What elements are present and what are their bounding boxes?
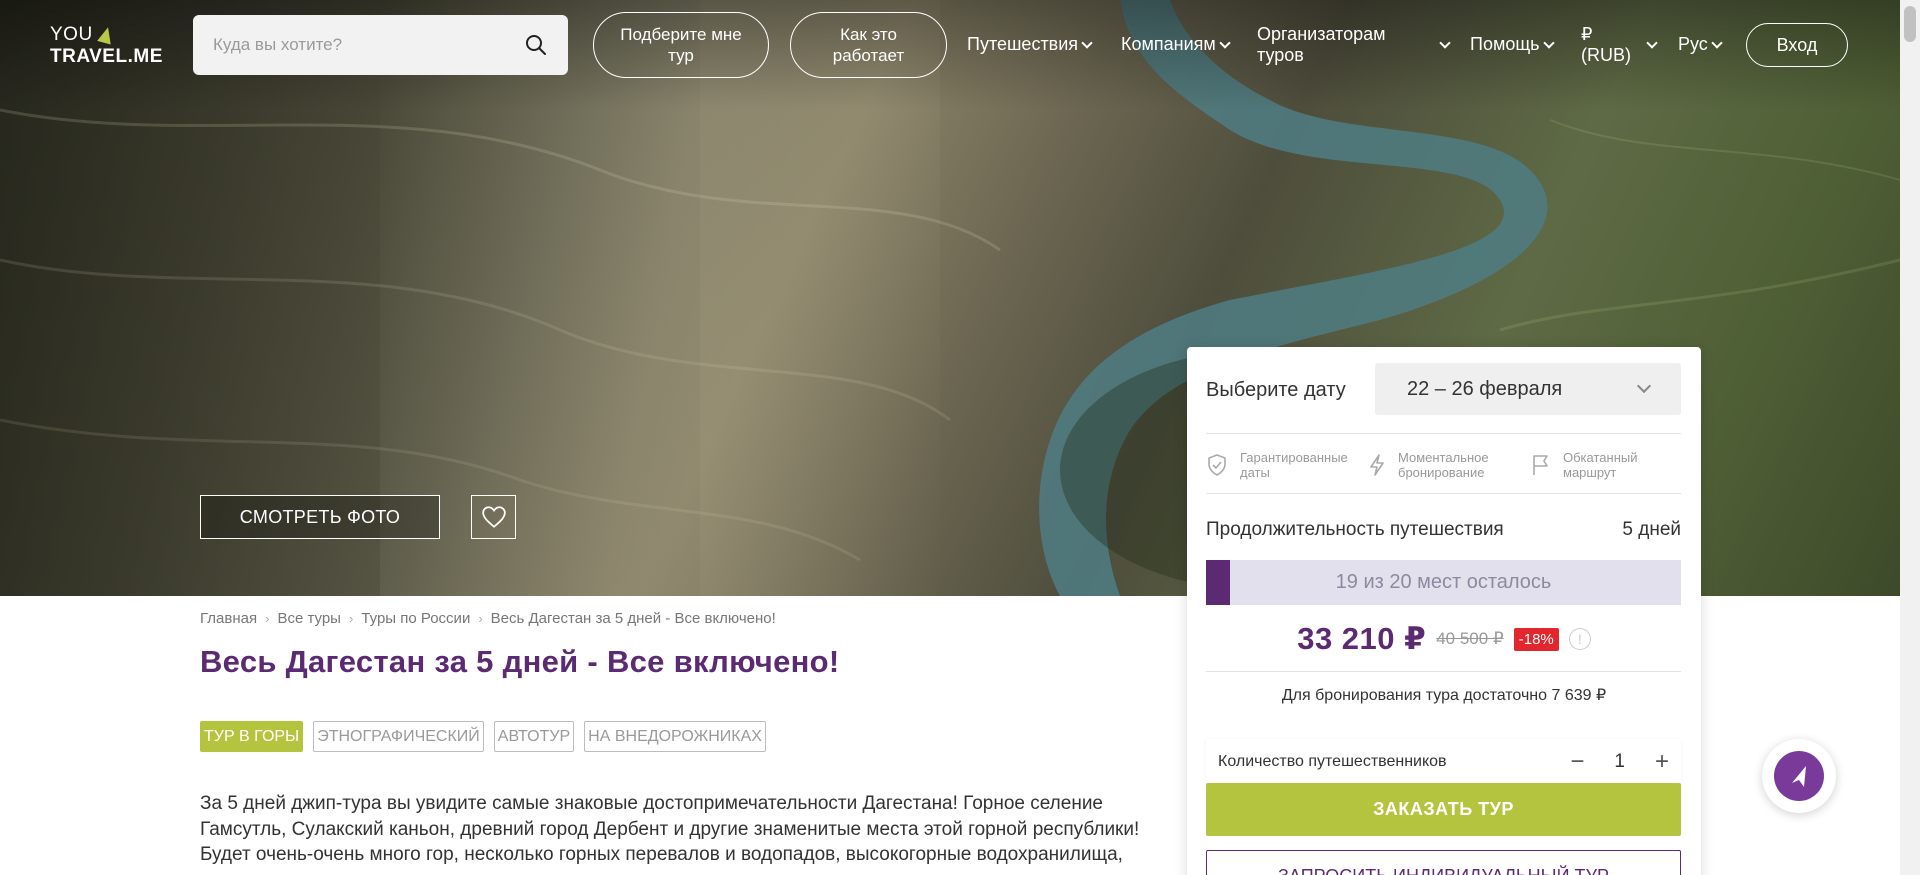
tour-description: За 5 дней джип-тура вы увидите самые зна…: [200, 793, 1140, 875]
chevron-down-icon: [1081, 36, 1093, 49]
chevron-down-icon: [1711, 36, 1723, 49]
feature-route-text: Обкатанный маршрут: [1563, 450, 1638, 480]
breadcrumb-separator-icon: ›: [478, 611, 483, 626]
nav-help-label: Помощь: [1470, 34, 1540, 54]
nav-companies[interactable]: Компаниям: [1121, 34, 1231, 55]
feature-guaranteed: Гарантированные даты: [1206, 450, 1352, 480]
chevron-down-icon: [1542, 36, 1555, 49]
breadcrumb: Главная › Все туры › Туры по России › Ве…: [200, 610, 776, 627]
logo-travelme: TRAVEL.ME: [50, 46, 163, 67]
tag-autotour[interactable]: АВТОТУР: [493, 721, 575, 752]
tag-offroad[interactable]: НА ВНЕДОРОЖНИКАХ: [584, 721, 766, 752]
breadcrumb-russia-tours[interactable]: Туры по России: [361, 610, 470, 627]
nav-currency[interactable]: ₽ (RUB): [1581, 24, 1658, 66]
chevron-down-icon: [1439, 37, 1451, 49]
nav-organizers-label: Организаторам туров: [1257, 24, 1386, 65]
travelers-label: Количество путешественников: [1218, 753, 1447, 770]
view-photos-button[interactable]: СМОТРЕТЬ ФОТО: [200, 495, 440, 539]
how-it-works-button[interactable]: Как это работает: [790, 12, 947, 78]
page-scrollbar[interactable]: [1900, 0, 1920, 875]
order-tour-button[interactable]: ЗАКАЗАТЬ ТУР: [1206, 783, 1681, 836]
logo-triangle-icon: [96, 25, 115, 45]
info-icon[interactable]: !: [1568, 628, 1591, 650]
breadcrumb-current: Весь Дагестан за 5 дней - Все включено!: [490, 610, 776, 627]
request-individual-tour-button[interactable]: ЗАПРОСИТЬ ИНДИВИДУАЛЬНЫЙ ТУР: [1206, 850, 1681, 875]
divider: [1206, 433, 1681, 434]
nav-travel-label: Путешествия: [967, 34, 1079, 54]
pick-tour-button[interactable]: Подберите мне тур: [593, 12, 769, 78]
chevron-down-icon: [1646, 37, 1658, 49]
price: 33 210 ₽: [1297, 621, 1427, 656]
discount-badge: -18%: [1513, 627, 1559, 651]
travelers-count[interactable]: 1: [1614, 751, 1625, 773]
tag-mountains[interactable]: ТУР В ГОРЫ: [200, 721, 304, 752]
shield-icon: [1208, 454, 1226, 476]
chat-button[interactable]: [1762, 739, 1836, 813]
date-select[interactable]: 22 – 26 февраля: [1375, 363, 1681, 415]
choose-date-label: Выберите дату: [1206, 379, 1346, 401]
feature-guaranteed-text: Гарантированные даты: [1240, 450, 1348, 480]
seats-left-text: 19 из 20 мест осталось: [1335, 571, 1552, 593]
travelers-stepper: Количество путешественников − 1 +: [1206, 739, 1681, 785]
page-title: Весь Дагестан за 5 дней - Все включено!: [200, 644, 840, 679]
login-button[interactable]: Вход: [1746, 23, 1848, 67]
booking-card: Выберите дату 22 – 26 февраля Гарантиров…: [1187, 347, 1701, 875]
duration-value: 5 дней: [1622, 519, 1681, 540]
nav-language[interactable]: Рус: [1678, 34, 1723, 55]
feature-instant: Моментальное бронирование: [1368, 450, 1498, 480]
favorite-button[interactable]: [471, 495, 516, 539]
selected-date: 22 – 26 февраля: [1407, 377, 1563, 400]
breadcrumb-home[interactable]: Главная: [200, 610, 257, 627]
tag-ethnographic[interactable]: ЭТНОГРАФИЧЕСКИЙ: [313, 721, 484, 752]
feature-route: Обкатанный маршрут: [1531, 450, 1653, 480]
chat-icon: [1792, 766, 1806, 787]
tour-tags: ТУР В ГОРЫ ЭТНОГРАФИЧЕСКИЙ АВТОТУР НА ВН…: [200, 721, 766, 752]
nav-currency-label: ₽ (RUB): [1581, 24, 1631, 65]
nav-companies-label: Компаниям: [1121, 34, 1216, 54]
price-row: 33 210 ₽ 40 500 ₽ -18% !: [1187, 621, 1701, 657]
lightning-icon: [1370, 454, 1384, 476]
divider: [1206, 493, 1681, 494]
breadcrumb-separator-icon: ›: [348, 611, 354, 626]
heart-icon: [481, 506, 506, 528]
search-box[interactable]: [193, 15, 568, 75]
search-icon[interactable]: [524, 33, 548, 57]
nav-help[interactable]: Помощь: [1470, 34, 1555, 55]
breadcrumb-all-tours[interactable]: Все туры: [277, 610, 341, 627]
flag-icon: [1533, 455, 1548, 475]
increase-travelers-button[interactable]: +: [1655, 748, 1669, 776]
search-input[interactable]: [213, 35, 503, 55]
site-logo[interactable]: YOU TRAVEL.ME: [50, 24, 163, 68]
nav-language-label: Рус: [1678, 34, 1708, 54]
deposit-text: Для бронирования тура достаточно 7 639 ₽: [1281, 687, 1607, 704]
nav-travel[interactable]: Путешествия: [967, 34, 1093, 55]
breadcrumb-separator-icon: ›: [265, 611, 270, 626]
decrease-travelers-button[interactable]: −: [1570, 748, 1584, 776]
chevron-down-icon: [1636, 378, 1652, 394]
logo-you: YOU: [50, 24, 93, 45]
feature-instant-text: Моментальное бронирование: [1398, 450, 1489, 480]
nav-organizers[interactable]: Организаторам туров: [1257, 24, 1451, 66]
duration-label: Продолжительность путешествия: [1206, 519, 1504, 540]
seats-progress: 19 из 20 мест осталось: [1206, 560, 1681, 605]
divider: [1206, 671, 1681, 672]
chevron-down-icon: [1219, 36, 1231, 49]
old-price: 40 500 ₽: [1436, 629, 1504, 648]
